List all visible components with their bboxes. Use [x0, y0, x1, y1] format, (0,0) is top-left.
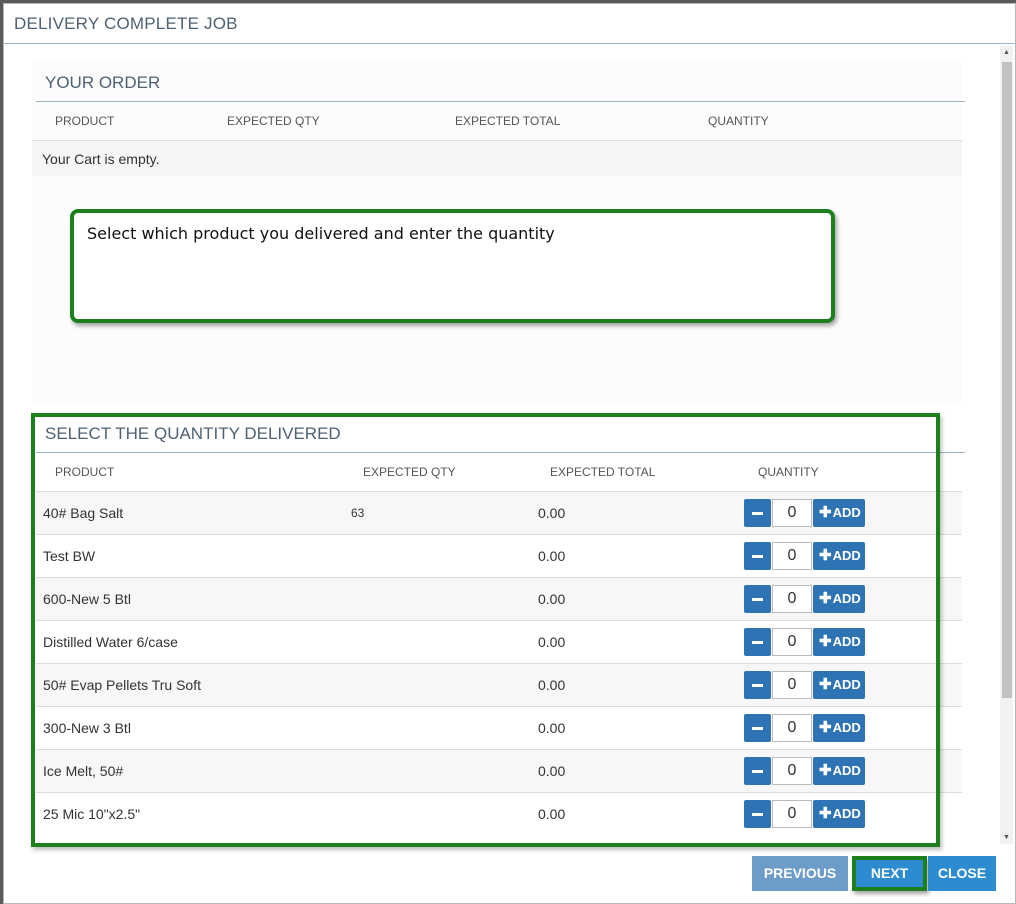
delivered-col-quantity: QUANTITY	[758, 465, 819, 479]
expected-total: 0.00	[538, 591, 566, 607]
expected-total: 0.00	[538, 634, 566, 650]
decrement-button[interactable]	[744, 585, 771, 613]
add-button[interactable]: ✚ADD	[813, 714, 865, 742]
minus-icon	[752, 727, 763, 730]
quantity-input[interactable]	[772, 800, 812, 828]
plus-icon: ✚	[819, 504, 832, 521]
next-button[interactable]: NEXT	[852, 856, 927, 891]
delivered-col-expected-qty: EXPECTED QTY	[363, 465, 456, 479]
order-section-title: YOUR ORDER	[45, 73, 161, 92]
add-button[interactable]: ✚ADD	[813, 499, 865, 527]
scroll-down-arrow-icon[interactable]: ▼	[1000, 831, 1013, 844]
product-name: 50# Evap Pellets Tru Soft	[43, 677, 201, 693]
instruction-callout: Select which product you delivered and e…	[70, 209, 835, 323]
dialog-header: DELIVERY COMPLETE JOB	[4, 4, 1015, 44]
expected-qty: 63	[351, 506, 365, 520]
quantity-input[interactable]	[772, 757, 812, 785]
order-col-expected-qty: EXPECTED QTY	[227, 114, 320, 128]
expected-total: 0.00	[538, 763, 566, 779]
add-button-label: ADD	[832, 548, 861, 563]
decrement-button[interactable]	[744, 757, 771, 785]
table-row: Test BW 0.00 ✚ADD	[36, 534, 962, 577]
add-button-label: ADD	[832, 763, 861, 778]
add-button[interactable]: ✚ADD	[813, 757, 865, 785]
quantity-input[interactable]	[772, 499, 812, 527]
quantity-input[interactable]	[772, 542, 812, 570]
decrement-button[interactable]	[744, 542, 771, 570]
delivered-col-product: PRODUCT	[55, 465, 115, 479]
add-button[interactable]: ✚ADD	[813, 671, 865, 699]
minus-icon	[752, 770, 763, 773]
add-button-label: ADD	[832, 677, 861, 692]
order-col-product: PRODUCT	[55, 114, 115, 128]
table-row: 40# Bag Salt 63 0.00 ✚ADD	[36, 491, 962, 534]
plus-icon: ✚	[819, 719, 832, 736]
plus-icon: ✚	[819, 676, 832, 693]
decrement-button[interactable]	[744, 628, 771, 656]
previous-button[interactable]: PREVIOUS	[752, 856, 848, 891]
plus-icon: ✚	[819, 547, 832, 564]
order-title-rule	[36, 101, 965, 102]
add-button[interactable]: ✚ADD	[813, 628, 865, 656]
table-row: 25 Mic 10"x2.5" 0.00 ✚ADD	[36, 792, 962, 835]
scroll-up-arrow-icon[interactable]: ▲	[1000, 46, 1013, 59]
plus-icon: ✚	[819, 805, 832, 822]
add-button-label: ADD	[832, 720, 861, 735]
expected-total: 0.00	[538, 548, 566, 564]
add-button-label: ADD	[832, 591, 861, 606]
order-col-quantity: QUANTITY	[708, 114, 769, 128]
scroll-thumb[interactable]	[1002, 62, 1012, 698]
dialog-title: DELIVERY COMPLETE JOB	[14, 14, 238, 33]
delivered-col-expected-total: EXPECTED TOTAL	[550, 465, 656, 479]
decrement-button[interactable]	[744, 499, 771, 527]
product-name: 40# Bag Salt	[43, 505, 124, 521]
table-row: 300-New 3 Btl 0.00 ✚ADD	[36, 706, 962, 749]
delivered-section-title: SELECT THE QUANTITY DELIVERED	[45, 424, 341, 443]
product-name: Distilled Water 6/case	[43, 634, 178, 650]
table-row: 600-New 5 Btl 0.00 ✚ADD	[36, 577, 962, 620]
product-name: 600-New 5 Btl	[43, 591, 131, 607]
minus-icon	[752, 813, 763, 816]
add-button[interactable]: ✚ADD	[813, 800, 865, 828]
expected-total: 0.00	[538, 720, 566, 736]
delivered-title-rule	[36, 452, 965, 453]
expected-total: 0.00	[538, 505, 566, 521]
quantity-input[interactable]	[772, 585, 812, 613]
cart-empty-text: Your Cart is empty.	[42, 151, 160, 167]
product-name: Test BW	[43, 548, 96, 564]
decrement-button[interactable]	[744, 714, 771, 742]
decrement-button[interactable]	[744, 671, 771, 699]
add-button[interactable]: ✚ADD	[813, 542, 865, 570]
product-name: 300-New 3 Btl	[43, 720, 131, 736]
quantity-input[interactable]	[772, 714, 812, 742]
table-row: 50# Evap Pellets Tru Soft 0.00 ✚ADD	[36, 663, 962, 706]
quantity-input[interactable]	[772, 628, 812, 656]
expected-total: 0.00	[538, 677, 566, 693]
vertical-scrollbar[interactable]: ▲ ▼	[1000, 46, 1013, 844]
order-empty-row: Your Cart is empty.	[32, 140, 962, 176]
add-button-label: ADD	[832, 634, 861, 649]
quantity-input[interactable]	[772, 671, 812, 699]
add-button-label: ADD	[832, 505, 861, 520]
add-button[interactable]: ✚ADD	[813, 585, 865, 613]
expected-total: 0.00	[538, 806, 566, 822]
plus-icon: ✚	[819, 762, 832, 779]
decrement-button[interactable]	[744, 800, 771, 828]
order-col-expected-total: EXPECTED TOTAL	[455, 114, 561, 128]
add-button-label: ADD	[832, 806, 861, 821]
minus-icon	[752, 684, 763, 687]
table-row: Distilled Water 6/case 0.00 ✚ADD	[36, 620, 962, 663]
product-name: Ice Melt, 50#	[43, 763, 124, 779]
instruction-callout-text: Select which product you delivered and e…	[87, 224, 555, 243]
table-row: Ice Melt, 50# 0.00 ✚ADD	[36, 749, 962, 792]
minus-icon	[752, 641, 763, 644]
minus-icon	[752, 512, 763, 515]
plus-icon: ✚	[819, 590, 832, 607]
product-name: 25 Mic 10"x2.5"	[43, 806, 141, 822]
close-button[interactable]: CLOSE	[928, 856, 996, 891]
minus-icon	[752, 555, 763, 558]
plus-icon: ✚	[819, 633, 832, 650]
minus-icon	[752, 598, 763, 601]
